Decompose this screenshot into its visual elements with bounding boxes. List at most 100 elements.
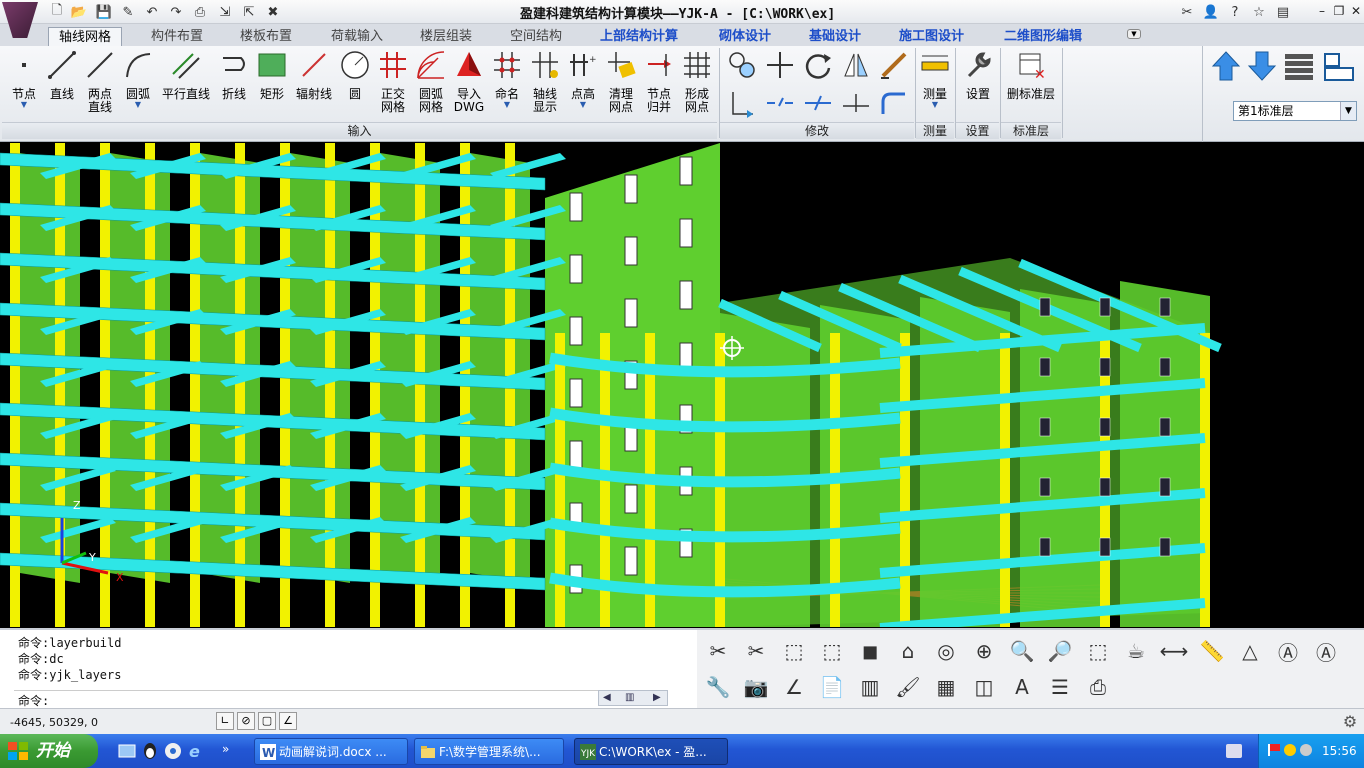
mirror-button[interactable] [838,48,874,82]
pdf-icon[interactable]: 📄 [815,670,849,704]
rotate-button[interactable] [800,48,836,82]
ie-icon[interactable]: e [187,742,205,761]
model-viewport[interactable]: Z Y X [0,143,1364,627]
two-point-line-button[interactable]: 两点 直线 [82,48,118,128]
scroll-left-icon[interactable]: ◀ [603,692,611,703]
tab-slab-layout[interactable]: 楼板布置 [240,27,292,46]
zoom-extents-icon[interactable]: ⊕ [967,634,1001,668]
extend-button[interactable] [724,86,760,120]
join-button[interactable] [800,86,836,120]
building-icon[interactable]: ▥ [853,670,887,704]
window-select-icon[interactable]: ⬚ [1081,634,1115,668]
arc-button[interactable]: 圆弧 ▼ [120,48,156,128]
tools-icon[interactable]: ✂ [1178,3,1196,21]
camera-icon[interactable]: 📷 [739,670,773,704]
import-dwg-button[interactable]: 导入 DWG [451,48,487,128]
all-layers-icon[interactable] [1283,52,1315,82]
layer-up-icon[interactable] [1211,50,1241,82]
zoom-previous-icon[interactable]: 🔎 [1043,634,1077,668]
std-layer-dropdown[interactable]: 第1标准层 ▼ [1233,101,1357,121]
media-icon[interactable] [164,742,182,760]
line-button[interactable]: 直线 [44,48,80,128]
close-doc-icon[interactable]: ✖ [264,3,282,21]
task-word-doc[interactable]: W 动画解说词.docx ... [254,738,408,765]
qq-icon[interactable] [141,742,159,760]
text-size-icon[interactable]: Ⓐ [1309,634,1343,668]
export-icon[interactable]: ⇲ [216,3,234,21]
layer-window-icon[interactable] [1323,52,1355,82]
parallel-line-button[interactable]: 平行直线 [158,48,214,128]
save-as-icon[interactable]: ✎ [119,3,137,21]
tab-masonry[interactable]: 砌体设计 [719,27,771,46]
text-frame-icon[interactable]: A [1005,670,1039,704]
tab-axis-grid[interactable]: 轴线网格 [48,27,123,46]
scroll-right-icon[interactable]: ▶ [653,692,661,703]
move-button[interactable] [762,48,798,82]
print-icon[interactable]: ⎙ [191,3,209,21]
axis-display-button[interactable]: 轴线 显示 [527,48,563,128]
wire-box-icon[interactable]: ⬚ [815,634,849,668]
tab-load-input[interactable]: 荷载输入 [331,27,383,46]
solid-box-icon[interactable]: ◼ [853,634,887,668]
tab-drawing[interactable]: 施工图设计 [899,27,964,46]
cut-icon[interactable]: ✂ [701,634,735,668]
ruler-diagonal-icon[interactable]: 📏 [1195,634,1229,668]
keyboard-icon[interactable] [1226,744,1242,758]
measure-button[interactable]: 测量 ▼ [918,48,952,128]
ortho-toggle[interactable]: ∟ [216,712,234,730]
angle-measure-icon[interactable]: △ [1233,634,1267,668]
show-desktop-icon[interactable] [118,742,136,760]
user-icon[interactable]: 👤 [1202,3,1220,21]
merge-nodes-button[interactable]: 节点 归并 [641,48,677,128]
tab-upper-calc[interactable]: 上部结构计算 [600,27,678,46]
brush-layers-icon[interactable]: 🖌 [891,670,925,704]
wrench-icon[interactable]: 🔧 [701,670,735,704]
text-style-icon[interactable]: Ⓐ [1271,634,1305,668]
highlight-icon[interactable]: ◫ [967,670,1001,704]
node-button[interactable]: 节点 ▼ [6,48,42,128]
form-nodes-button[interactable]: 形成 网点 [679,48,715,128]
structure-3d-model[interactable]: Z Y X [0,143,1364,627]
command-input[interactable]: 命令: [14,690,598,708]
dimension-icon[interactable]: ⟷ [1157,634,1191,668]
grid-toggle[interactable]: ▢ [258,712,276,730]
snap-toggle[interactable]: ⊘ [237,712,255,730]
new-file-icon[interactable]: 🗋 [48,3,66,21]
scroll-thumb[interactable]: ▥ [625,692,634,703]
angle-toggle[interactable]: ∠ [279,712,297,730]
house-view-icon[interactable]: ⌂ [891,634,925,668]
task-explorer[interactable]: F:\数学管理系统\... [414,738,564,765]
tab-member-layout[interactable]: 构件布置 [151,27,203,46]
arc-grid-button[interactable]: 圆弧 网格 [413,48,449,128]
ortho-grid-button[interactable]: 正交 网格 [375,48,411,128]
tab-2d-edit[interactable]: 二维图形编辑 [1004,27,1082,46]
start-button[interactable]: 开始 [0,734,98,768]
zoom-icon[interactable]: 🔍 [1005,634,1039,668]
trim-button[interactable] [876,48,912,82]
redo-icon[interactable]: ↷ [167,3,185,21]
menu-icon[interactable]: ▤ [1274,3,1292,21]
clean-nodes-button[interactable]: 清理 网点 [603,48,639,128]
copy-button[interactable] [724,48,760,82]
open-file-icon[interactable]: 📂 [70,3,88,21]
fillet-button[interactable] [876,86,912,120]
restore-button[interactable]: ❐ [1331,3,1347,19]
tab-floor-assembly[interactable]: 楼层组装 [420,27,472,46]
favorite-icon[interactable]: ☆ [1250,3,1268,21]
polyline-button[interactable]: 折线 [216,48,252,128]
name-axis-button[interactable]: 命名 ▼ [489,48,525,128]
close-window-icon[interactable]: ▦ [929,670,963,704]
dynamic-rotate-icon[interactable]: ◎ [929,634,963,668]
tray-messenger-icon[interactable] [1283,743,1297,757]
layer-down-icon[interactable] [1247,50,1277,82]
circle-button[interactable]: 圆 [338,48,372,128]
import-icon[interactable]: ⇱ [240,3,258,21]
tray-flag-icon[interactable] [1267,743,1281,757]
close-button[interactable]: ✕ [1348,3,1364,19]
undo-icon[interactable]: ↶ [143,3,161,21]
rectangle-button[interactable]: 矩形 [254,48,290,128]
tab-foundation[interactable]: 基础设计 [809,27,861,46]
angle-50-icon[interactable]: ∠ [777,670,811,704]
list-icon[interactable]: ☰ [1043,670,1077,704]
point-height-button[interactable]: + 点高 ▼ [565,48,601,128]
